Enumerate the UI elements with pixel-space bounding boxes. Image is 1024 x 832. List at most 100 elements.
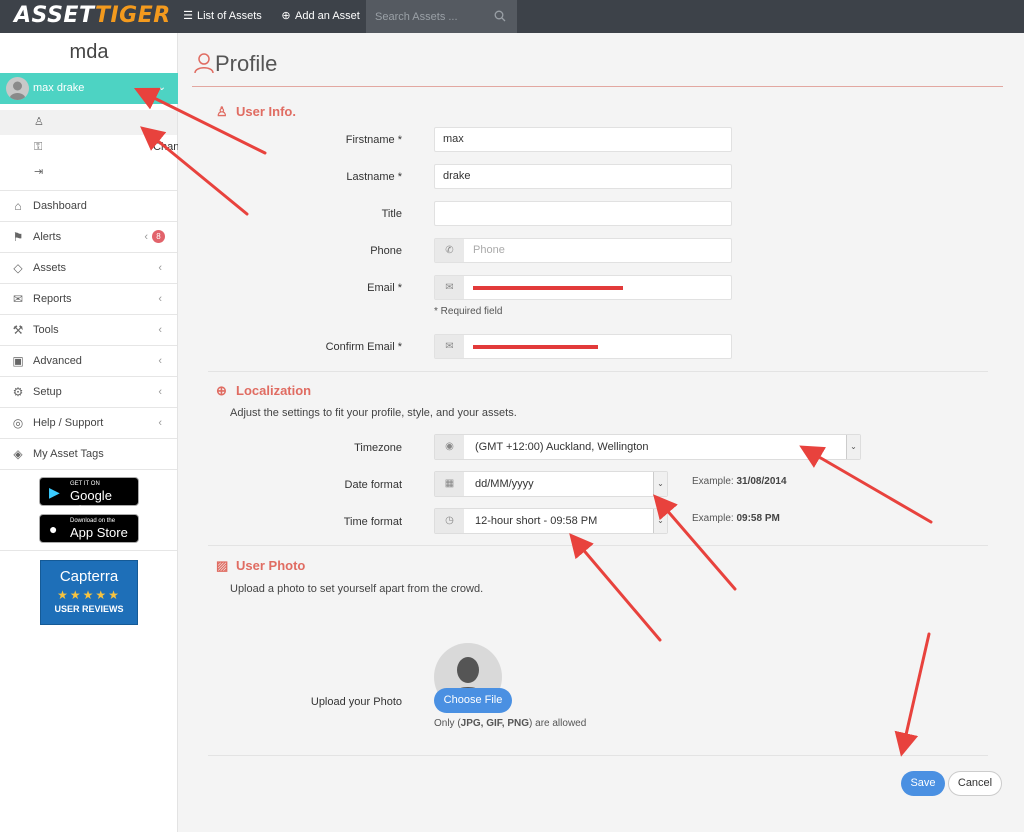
sidebar-item-label: Assets <box>33 262 67 274</box>
timezone-select[interactable]: ◉ (GMT +12:00) Auckland, Wellington ⌄ <box>434 434 861 460</box>
plus-circle-icon: ⊕ <box>281 10 291 22</box>
chevron-left-icon: ‹ <box>158 386 162 398</box>
redaction-mark <box>473 345 598 349</box>
date-format-select[interactable]: ▦ dd/MM/yyyy ⌄ <box>434 471 668 497</box>
example-prefix: Example: <box>692 476 734 487</box>
date-example: Example: 31/08/2014 <box>692 476 787 487</box>
confirm-email-input[interactable]: ✉ <box>434 334 732 359</box>
alerts-count-badge: 8 <box>152 230 165 243</box>
report-icon: ✉ <box>12 292 24 306</box>
phone-input[interactable]: ✆ Phone <box>434 238 732 263</box>
chevron-down-icon: ⌄ <box>846 435 860 459</box>
chevron-left-icon: ‹ <box>158 324 162 336</box>
date-format-value: dd/MM/yyyy <box>475 478 534 490</box>
localization-description: Adjust the settings to fit your profile,… <box>230 407 517 419</box>
help-icon: ◎ <box>12 416 24 430</box>
avatar <box>6 77 29 100</box>
section-title-text: User Info. <box>236 104 296 119</box>
search-box <box>366 0 517 33</box>
image-icon: ▨ <box>216 558 229 573</box>
sidebar-item-asset-tags[interactable]: ◈ My Asset Tags <box>0 439 177 470</box>
divider <box>208 371 988 372</box>
sidebar-item-assets[interactable]: ◇ Assets ‹ <box>0 253 177 284</box>
sidebar-item-reports[interactable]: ✉ Reports ‹ <box>0 284 177 315</box>
sidebar-menu: ⌂ Dashboard ⚑ Alerts ‹ 8 ◇ Assets ‹ ✉ Report… <box>0 190 177 470</box>
section-title-text: User Photo <box>236 558 306 573</box>
play-icon: ▶ <box>49 484 60 500</box>
user-submenu: ♙My Profile ⚿Change Password ⇥Log out <box>0 110 243 185</box>
timezone-value: (GMT +12:00) Auckland, Wellington <box>475 441 649 453</box>
section-title-text: Localization <box>236 383 312 398</box>
briefcase-icon: ▣ <box>12 354 24 368</box>
submenu-log-out[interactable]: ⇥Log out <box>0 160 243 185</box>
example-prefix: Example: <box>692 513 734 524</box>
app-store-small: Download on the <box>70 518 116 524</box>
email-input[interactable]: ✉ <box>434 275 732 300</box>
app-store-badge[interactable]: ● Download on the App Store <box>39 514 139 543</box>
capterra-reviews: USER REVIEWS <box>54 604 124 614</box>
home-icon: ⌂ <box>14 199 22 213</box>
chevron-down-icon: ⌄ <box>653 472 667 496</box>
section-title-localization: ⊕ Localization <box>216 383 311 399</box>
sidebar-item-label: Alerts <box>33 231 62 243</box>
capterra-badge[interactable]: Capterra ★★★★★ USER REVIEWS <box>40 560 138 625</box>
nav-add-asset[interactable]: ⊕ Add an Asset <box>280 0 359 33</box>
assettiger-logo[interactable]: ASSETTIGER <box>14 3 171 30</box>
chevron-left-icon: ‹ <box>158 355 162 367</box>
title-input[interactable] <box>434 201 732 226</box>
sidebar-item-label: My Asset Tags <box>33 448 104 460</box>
lastname-input[interactable]: drake <box>434 164 732 189</box>
tags-icon: ◈ <box>13 447 23 461</box>
example-value: 09:58 PM <box>736 513 780 524</box>
section-title-user-info: ♙ User Info. <box>216 104 296 120</box>
sidebar-item-alerts[interactable]: ⚑ Alerts ‹ 8 <box>0 222 177 253</box>
globe-icon: ⊕ <box>216 383 227 398</box>
gear-icon: ⚙ <box>12 385 24 399</box>
sidebar-item-setup[interactable]: ⚙ Setup ‹ <box>0 377 177 408</box>
sidebar-item-label: Dashboard <box>33 200 87 212</box>
list-icon: ☰ <box>183 10 193 22</box>
example-value: 31/08/2014 <box>736 476 787 487</box>
user-icon <box>194 53 214 74</box>
capterra-name: Capterra <box>59 568 119 585</box>
user-menu-toggle[interactable]: max drake ⌄ <box>0 73 186 104</box>
profile-form: ♙ User Info. Firstname * max Lastname * d… <box>192 87 1003 822</box>
sidebar-item-dashboard[interactable]: ⌂ Dashboard <box>0 191 177 222</box>
time-format-select[interactable]: ◷ 12-hour short - 09:58 PM ⌄ <box>434 508 668 534</box>
page-title-text: Profile <box>215 51 278 76</box>
cancel-button[interactable]: Cancel <box>948 771 1002 796</box>
tag-icon: ◇ <box>13 261 23 275</box>
upload-photo-label: Upload your Photo <box>310 696 402 708</box>
chevron-left-icon: ‹ <box>158 417 162 429</box>
firstname-label: Firstname * <box>345 134 402 146</box>
main-content: Profile ♙ User Info. Firstname * max Last… <box>178 33 1024 832</box>
phone-placeholder: Phone <box>473 244 505 256</box>
envelope-icon: ✉ <box>435 276 464 299</box>
save-button[interactable]: Save <box>901 771 945 796</box>
firstname-input[interactable]: max <box>434 127 732 152</box>
sidebar-item-label: Reports <box>33 293 72 305</box>
top-navbar: ASSETTIGER ☰ List of Assets ⊕ Add an Asset <box>0 0 1024 33</box>
confirm-email-label: Confirm Email * <box>325 341 402 353</box>
choose-file-button[interactable]: Choose File <box>434 688 512 713</box>
phone-icon: ✆ <box>435 239 464 262</box>
redaction-mark <box>473 286 623 290</box>
divider <box>208 755 988 756</box>
sidebar-item-help[interactable]: ◎ Help / Support ‹ <box>0 408 177 439</box>
search-input[interactable] <box>366 0 486 33</box>
sidebar-item-advanced[interactable]: ▣ Advanced ‹ <box>0 346 177 377</box>
sidebar-item-tools[interactable]: ⚒ Tools ‹ <box>0 315 177 346</box>
envelope-icon: ✉ <box>435 335 464 358</box>
submenu-my-profile[interactable]: ♙My Profile <box>0 110 243 135</box>
search-icon[interactable] <box>494 10 506 22</box>
email-label: Email * <box>367 282 402 294</box>
submenu-change-password[interactable]: ⚿Change Password <box>0 135 243 160</box>
calendar-icon: ▦ <box>435 472 464 496</box>
divider <box>208 545 988 546</box>
date-format-label: Date format <box>344 479 402 491</box>
phone-label: Phone <box>370 245 402 257</box>
google-play-badge[interactable]: ▶ GET IT ON Google Play <box>39 477 139 518</box>
nav-list-of-assets[interactable]: ☰ List of Assets <box>182 0 262 33</box>
sidebar-item-label: Setup <box>33 386 62 398</box>
divider <box>0 550 177 551</box>
